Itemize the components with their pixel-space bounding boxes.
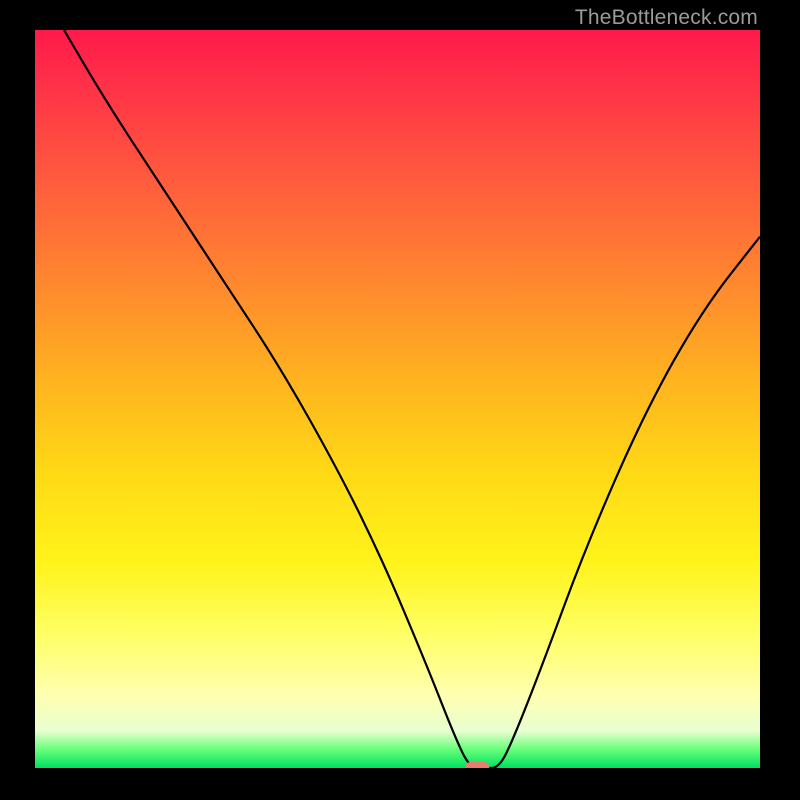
plot-area xyxy=(35,30,760,768)
curve-layer xyxy=(35,30,760,768)
optimal-marker xyxy=(465,762,489,768)
chart-frame: TheBottleneck.com xyxy=(0,0,800,800)
watermark-text: TheBottleneck.com xyxy=(575,6,758,30)
bottleneck-curve xyxy=(64,30,760,768)
